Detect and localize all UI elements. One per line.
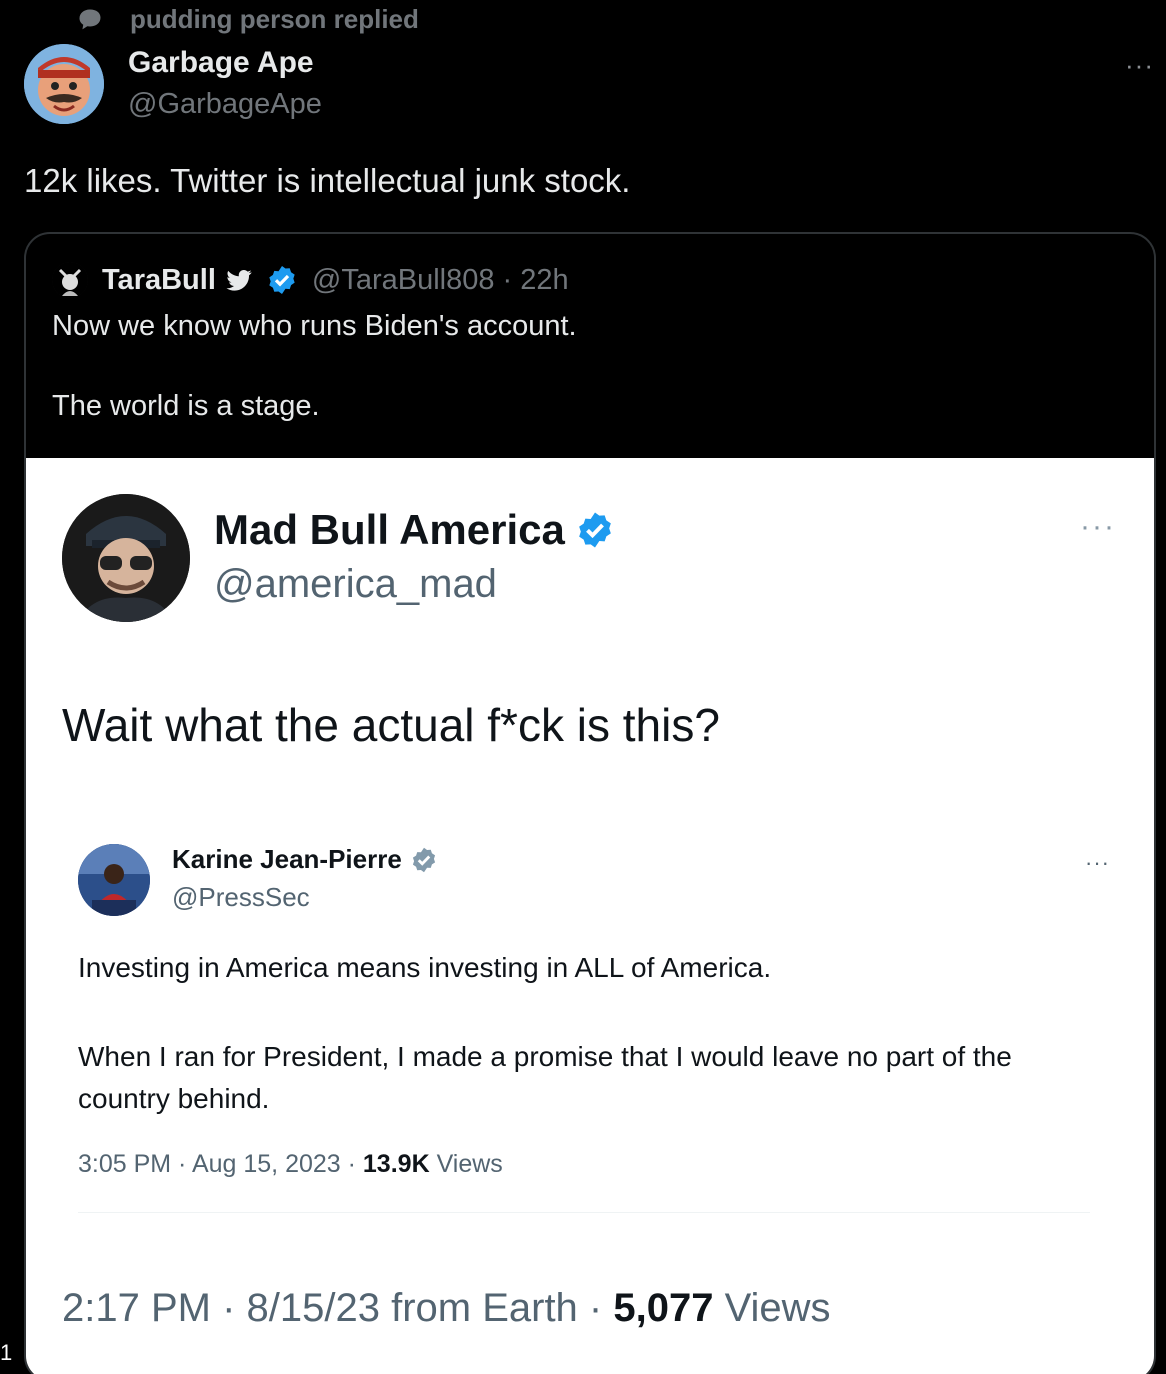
author-name[interactable]: Garbage Ape	[128, 46, 314, 80]
inner-more-icon: ···	[1085, 850, 1110, 875]
screenshot-meta-time: 2:17 PM · 8/15/23 from Earth ·	[62, 1286, 614, 1330]
quote-avatar[interactable]	[52, 262, 88, 298]
embedded-screenshot[interactable]: Mad Bull America @america_mad ··· Wait w…	[26, 458, 1154, 1374]
inner-author-name: Karine Jean-Pierre	[172, 844, 402, 874]
verified-badge-icon	[579, 512, 611, 548]
tweet-text: 12k likes. Twitter is intellectual junk …	[24, 162, 631, 199]
inner-avatar	[78, 844, 150, 916]
quote-tweet-card[interactable]: TaraBull @TaraBull808 · 22h Now we know …	[24, 232, 1156, 1374]
screenshot-meta-views-label: Views	[713, 1286, 831, 1330]
more-options-button[interactable]: ···	[1125, 50, 1154, 81]
inner-meta-time: 3:05 PM · Aug 15, 2023 ·	[78, 1150, 363, 1178]
inner-meta-views-label: Views	[429, 1150, 503, 1178]
quote-author-name[interactable]: TaraBull	[102, 264, 216, 297]
screenshot-avatar	[62, 494, 190, 622]
quote-text-line: Now we know who runs Biden's account.	[52, 310, 577, 342]
inner-tweet-text: When I ran for President, I made a promi…	[78, 1041, 1012, 1114]
quote-header: TaraBull @TaraBull808 · 22h	[52, 260, 569, 300]
screenshot-meta-views-count: 5,077	[613, 1286, 714, 1330]
inner-author: Karine Jean-Pierre	[172, 844, 438, 875]
inner-tweet-meta: 3:05 PM · Aug 15, 2023 · 13.9K Views	[78, 1150, 503, 1179]
quote-text-line: The world is a stage.	[52, 390, 320, 422]
reply-context: pudding person replied	[76, 4, 419, 35]
reply-context-text: pudding person replied	[130, 4, 419, 34]
quote-handle-time: @TaraBull808 · 22h	[311, 263, 569, 296]
bird-icon	[226, 270, 252, 291]
inner-tweet-text: Investing in America means investing in …	[78, 952, 772, 983]
inner-meta-views-count: 13.9K	[362, 1150, 430, 1178]
inner-author-handle: @PressSec	[172, 882, 310, 912]
screenshot-more-icon: ···	[1080, 510, 1116, 543]
edge-label: 1	[0, 1334, 22, 1374]
verified-badge-icon	[269, 266, 295, 294]
screenshot-author-handle: @america_mad	[214, 562, 497, 606]
screenshot-author: Mad Bull America	[214, 506, 615, 554]
screenshot-tweet-text: Wait what the actual f*ck is this?	[62, 699, 720, 751]
divider	[78, 1212, 1090, 1213]
author-handle[interactable]: @GarbageApe	[128, 88, 322, 121]
verified-badge-icon	[412, 847, 435, 872]
speech-bubble-icon	[79, 9, 101, 29]
screenshot-tweet-meta: 2:17 PM · 8/15/23 from Earth · 5,077 Vie…	[62, 1286, 831, 1331]
avatar[interactable]	[24, 44, 104, 124]
screenshot-author-name: Mad Bull America	[214, 506, 565, 553]
